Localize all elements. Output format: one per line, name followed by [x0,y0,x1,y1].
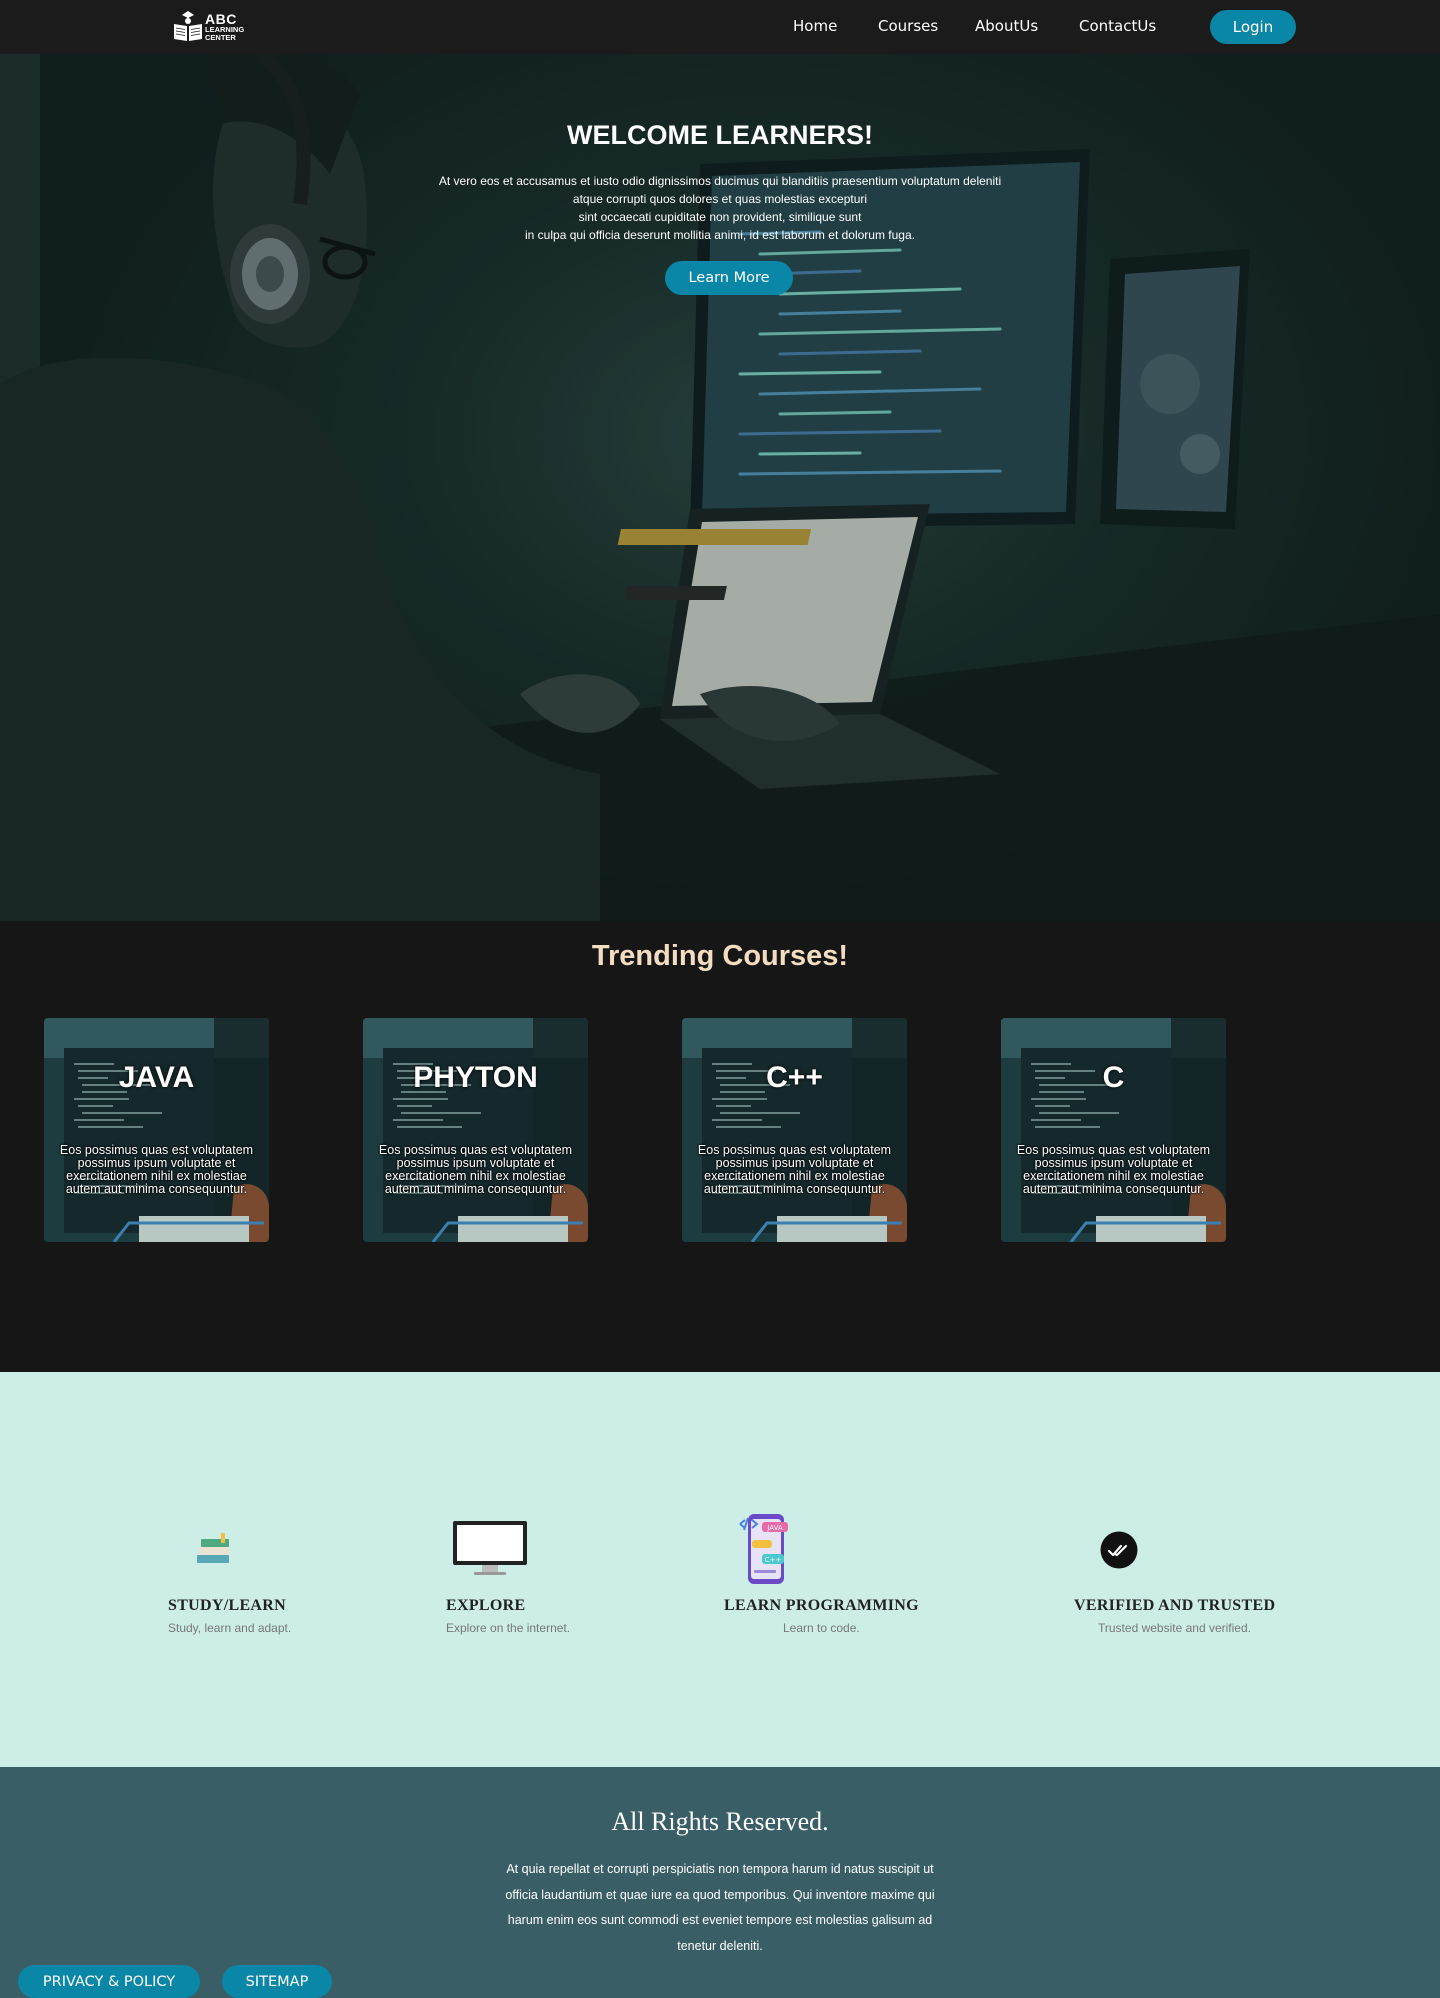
svg-text:C++: C++ [765,1556,782,1564]
feature-text: Study, learn and adapt. [168,1621,292,1635]
navbar: ABC LEARNING CENTER Home Courses AboutUs… [0,0,1440,54]
double-check-icon [1100,1531,1138,1569]
books-icon [197,1533,229,1563]
course-title: C [1102,1061,1125,1094]
course-title: PHYTON [413,1061,538,1094]
course-title: JAVA [118,1061,195,1094]
feature-text: Trusted website and verified. [1098,1621,1251,1635]
features-section: JAVA C++ STUDY/LEARN Study, learn and ad… [0,1372,1440,1767]
footer: All Rights Reserved. At quia repellat et… [0,1767,1440,1998]
course-description: Eos possimus quas est voluptatem possimu… [59,1143,254,1196]
course-description: Eos possimus quas est voluptatem possimu… [697,1143,892,1196]
course-card-image [1001,1018,1226,1242]
hero-line: sint occaecati cupiditate non provident,… [578,210,862,224]
hero-description: At vero eos et accusamus et iusto odio d… [0,172,1440,244]
hero-title: WELCOME LEARNERS! [567,120,873,150]
feature-title: EXPLORE [446,1597,526,1614]
course-card-cpp[interactable]: C++ Eos possimus quas est voluptatem pos… [682,1018,907,1242]
logo-subtitle: LEARNING CENTER [205,25,245,42]
course-title: C++ [766,1061,823,1094]
course-description: Eos possimus quas est voluptatem possimu… [378,1143,573,1196]
course-card-image [363,1018,588,1242]
feature-text: Learn to code. [783,1621,860,1635]
learn-more-button[interactable]: Learn More [665,261,793,295]
site-logo[interactable]: ABC LEARNING CENTER [172,10,254,44]
nav-home[interactable]: Home [793,17,837,35]
monitor-icon [453,1521,527,1575]
login-button[interactable]: Login [1210,10,1296,44]
nav-contact-us[interactable]: ContactUs [1079,17,1156,35]
course-card-java[interactable]: JAVA Eos possimus quas est voluptatem po… [44,1018,269,1242]
footer-text: At quia repellat et corrupti perspiciati… [505,1862,935,1953]
feature-text: Explore on the internet. [446,1621,571,1635]
feature-title: VERIFIED AND TRUSTED [1074,1597,1276,1614]
course-card-image [44,1018,269,1242]
trending-title: Trending Courses! [591,940,849,972]
hero-line: in culpa qui officia deserunt mollitia a… [525,228,915,242]
sitemap-button[interactable]: SITEMAP [222,1965,332,1998]
nav-courses[interactable]: Courses [878,17,938,35]
privacy-policy-button[interactable]: PRIVACY & POLICY [18,1965,200,1998]
hero-line: At vero eos et accusamus et iusto odio d… [438,174,1002,188]
course-card-c[interactable]: C Eos possimus quas est voluptatem possi… [1001,1018,1226,1242]
course-card-phyton[interactable]: PHYTON Eos possimus quas est voluptatem … [363,1018,588,1242]
feature-title: LEARN PROGRAMMING [724,1597,919,1614]
nav-about-us[interactable]: AboutUs [975,17,1038,35]
phone-code-icon: JAVA C++ [739,1514,788,1584]
course-description: Eos possimus quas est voluptatem possimu… [1016,1143,1211,1196]
feature-title: STUDY/LEARN [168,1597,286,1614]
hero-line: atque corrupti quos dolores et quas mole… [572,192,868,206]
footer-title: All Rights Reserved. [611,1807,829,1836]
svg-text:JAVA: JAVA [766,1524,783,1532]
book-logo-icon [174,11,202,41]
hero-section: WELCOME LEARNERS! At vero eos et accusam… [0,54,1440,921]
trending-courses-section: Trending Courses! JAVA Eos possimus quas… [0,921,1440,1372]
course-card-image [682,1018,907,1242]
